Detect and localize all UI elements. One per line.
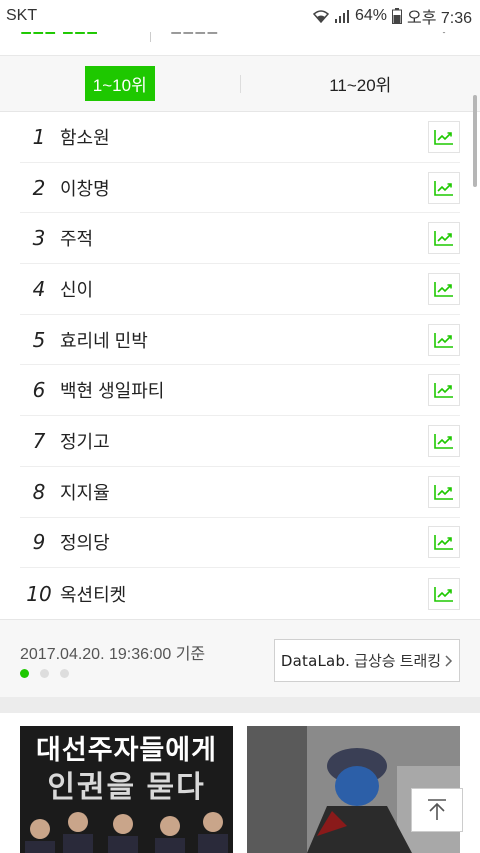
trend-chart-icon xyxy=(434,332,453,348)
trend-chart-button[interactable] xyxy=(428,424,460,457)
ranking-row[interactable]: 3 주적 xyxy=(20,213,460,265)
header-divider xyxy=(150,32,151,42)
datalab-brand: DataLab. xyxy=(280,651,351,670)
trend-chart-icon xyxy=(434,383,453,399)
news-card-election[interactable]: 대선주자들에게 인권을 묻다 xyxy=(20,726,233,853)
trend-chart-button[interactable] xyxy=(428,120,460,153)
rank-number: 7 xyxy=(32,428,46,453)
scrollbar[interactable] xyxy=(473,95,477,187)
keyword-label: 정의당 xyxy=(60,533,110,554)
status-bar: SKT 64% 오후 7:36 xyxy=(0,0,480,32)
clock: 오후 7:36 xyxy=(406,10,472,27)
battery-percent: 64% xyxy=(354,7,387,24)
battery-icon xyxy=(391,8,402,24)
trend-chart-button[interactable] xyxy=(428,323,460,356)
rank-number: 6 xyxy=(32,378,46,403)
rank-number: 5 xyxy=(32,327,46,352)
ranking-row[interactable]: 7 정기고 xyxy=(20,416,460,467)
ranking-row[interactable]: 6 백현 생일파티 xyxy=(20,365,460,417)
page-dot[interactable] xyxy=(20,669,29,678)
rank-number: 1 xyxy=(32,124,46,149)
keyword-label: 옥션티켓 xyxy=(60,584,127,605)
trend-chart-icon xyxy=(434,586,453,602)
rank-number: 4 xyxy=(32,276,46,301)
ranking-row[interactable]: 9 정의당 xyxy=(20,518,460,569)
keyword-label: 효리네 민박 xyxy=(60,330,148,351)
ranking-row[interactable]: 8 지지율 xyxy=(20,467,460,518)
keyword-label: 함소원 xyxy=(60,127,110,148)
trend-chart-icon xyxy=(434,281,453,297)
rank-number: 10 xyxy=(26,581,52,606)
scroll-to-top-button[interactable] xyxy=(411,788,463,832)
timestamp: 2017.04.20. 19:36:00 기준 xyxy=(20,646,206,663)
keyword-label: 신이 xyxy=(60,279,94,300)
trend-chart-icon xyxy=(434,231,453,247)
trend-chart-icon xyxy=(434,129,453,145)
header-title-clipped: ■■■ ■■■ xyxy=(20,32,98,41)
trend-chart-button[interactable] xyxy=(428,374,460,407)
trend-chart-icon xyxy=(434,433,453,449)
trend-chart-button[interactable] xyxy=(428,475,460,508)
keyword-label: 주적 xyxy=(60,229,94,250)
ranking-row[interactable]: 4 신이 xyxy=(20,264,460,315)
keyword-label: 백현 생일파티 xyxy=(60,381,165,402)
section-header: ■■■ ■■■ ■■■■ xyxy=(0,32,480,56)
keyword-label: 이창명 xyxy=(60,178,110,199)
candidates-photo xyxy=(25,812,228,853)
trend-chart-icon xyxy=(434,535,453,551)
tab-rank-1-10[interactable]: 1~10위 xyxy=(0,66,240,101)
rank-tabs: 1~10위 11~20위 xyxy=(0,56,480,112)
signal-icon xyxy=(334,10,349,23)
datalab-trending-button[interactable]: DataLab. 급상승 트래킹 xyxy=(274,639,460,682)
keyword-label: 지지율 xyxy=(60,482,110,503)
trend-chart-icon xyxy=(434,180,453,196)
wifi-icon xyxy=(312,10,329,23)
page-dot[interactable] xyxy=(40,669,49,678)
close-icon[interactable] xyxy=(430,32,458,42)
carrier-label: SKT xyxy=(6,7,38,24)
rank-number: 3 xyxy=(32,226,46,251)
ranking-row[interactable]: 10 옥션티켓 xyxy=(20,568,460,619)
trend-chart-button[interactable] xyxy=(428,171,460,204)
ranking-row[interactable]: 5 효리네 민박 xyxy=(20,315,460,366)
ranking-list: 1 함소원 2 이창명 3 주적 4 신이 5 효리네 민박 6 백현 생일파티 7 정기고 8 지지율 9 정의… xyxy=(20,112,460,619)
rank-number: 9 xyxy=(32,530,46,555)
keyword-label: 정기고 xyxy=(60,431,110,452)
page-dot[interactable] xyxy=(60,669,69,678)
header-subtitle-clipped: ■■■■ xyxy=(170,32,218,41)
trend-chart-button[interactable] xyxy=(428,272,460,305)
tab-rank-11-20[interactable]: 11~20위 xyxy=(241,71,480,96)
trend-chart-button[interactable] xyxy=(428,526,460,559)
page-indicator xyxy=(20,669,69,678)
ranking-row[interactable]: 1 함소원 xyxy=(20,112,460,163)
datalab-label: 급상승 트래킹 xyxy=(354,653,442,670)
trend-chart-button[interactable] xyxy=(428,222,460,255)
ranking-footer: 2017.04.20. 19:36:00 기준 DataLab. 급상승 트래킹 xyxy=(0,619,480,697)
ranking-row[interactable]: 2 이창명 xyxy=(20,163,460,214)
trend-chart-icon xyxy=(434,484,453,500)
rank-number: 2 xyxy=(32,175,46,200)
rank-number: 8 xyxy=(32,479,46,504)
section-gap xyxy=(0,697,480,713)
arrow-up-icon xyxy=(428,799,446,820)
news-cards: 대선주자들에게 인권을 묻다 xyxy=(0,713,480,853)
trend-chart-button[interactable] xyxy=(428,577,460,610)
chevron-right-icon xyxy=(445,654,453,667)
